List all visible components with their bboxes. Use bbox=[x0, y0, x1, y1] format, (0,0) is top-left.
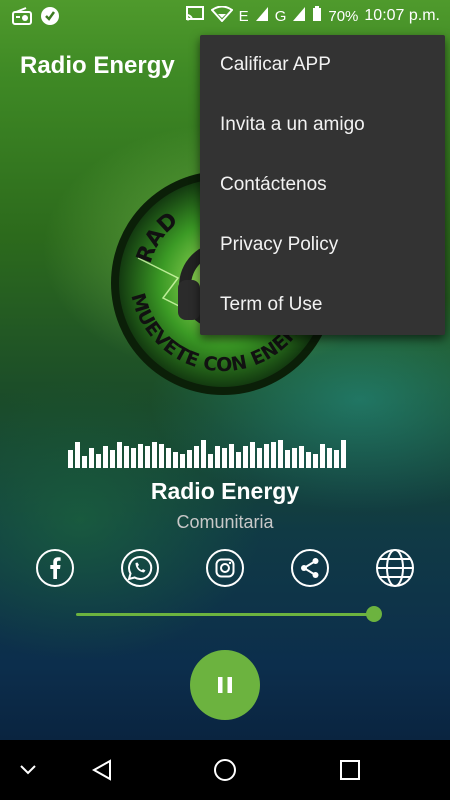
visualizer-bar bbox=[89, 448, 94, 468]
visualizer-bar bbox=[201, 440, 206, 468]
visualizer-bar bbox=[327, 448, 332, 468]
collapse-button[interactable] bbox=[13, 755, 43, 785]
menu-item-contact[interactable]: Contáctenos bbox=[200, 155, 445, 215]
navigation-bar bbox=[0, 740, 450, 800]
signal-icon-2 bbox=[292, 6, 306, 26]
share-icon bbox=[291, 549, 329, 587]
pause-button[interactable] bbox=[190, 650, 260, 720]
visualizer-bar bbox=[75, 442, 80, 468]
visualizer-bar bbox=[313, 454, 318, 468]
menu-item-rate-app[interactable]: Calificar APP bbox=[200, 35, 445, 95]
visualizer-bar bbox=[138, 444, 143, 468]
globe-icon bbox=[376, 549, 414, 587]
visualizer-bar bbox=[306, 452, 311, 468]
visualizer-bar bbox=[110, 450, 115, 468]
visualizer-bar bbox=[271, 442, 276, 468]
whatsapp-button[interactable] bbox=[120, 548, 160, 588]
visualizer-bar bbox=[215, 446, 220, 468]
back-button[interactable] bbox=[87, 755, 117, 785]
instagram-button[interactable] bbox=[205, 548, 245, 588]
visualizer-bar bbox=[131, 448, 136, 468]
volume-thumb[interactable] bbox=[366, 606, 382, 622]
visualizer-bar bbox=[243, 446, 248, 468]
visualizer-bar bbox=[68, 450, 73, 468]
visualizer-bar bbox=[222, 448, 227, 468]
radio-icon bbox=[12, 6, 32, 26]
visualizer-bar bbox=[257, 448, 262, 468]
station-genre: Comunitaria bbox=[176, 512, 274, 532]
visualizer-bar bbox=[145, 446, 150, 468]
volume-track bbox=[76, 613, 374, 616]
home-icon bbox=[214, 759, 236, 781]
visualizer-bar bbox=[278, 440, 283, 468]
home-button[interactable] bbox=[210, 755, 240, 785]
visualizer-bar bbox=[299, 446, 304, 468]
menu-item-invite-friend[interactable]: Invita a un amigo bbox=[200, 95, 445, 155]
visualizer-bar bbox=[159, 444, 164, 468]
battery-icon bbox=[312, 6, 322, 26]
pause-icon bbox=[218, 677, 232, 693]
overflow-menu: Calificar APP Invita a un amigo Contácte… bbox=[200, 35, 445, 335]
clock: 10:07 p.m. bbox=[364, 7, 440, 24]
recents-icon bbox=[340, 760, 360, 780]
visualizer-bar bbox=[103, 446, 108, 468]
visualizer-bar bbox=[285, 450, 290, 468]
visualizer-bar bbox=[166, 448, 171, 468]
visualizer-bar bbox=[264, 444, 269, 468]
visualizer-bar bbox=[117, 442, 122, 468]
visualizer-bar bbox=[320, 444, 325, 468]
facebook-button[interactable] bbox=[35, 548, 75, 588]
station-name: Radio Energy bbox=[150, 478, 300, 504]
visualizer-bar bbox=[341, 440, 346, 468]
collapse-icon bbox=[20, 765, 36, 775]
visualizer-bar bbox=[180, 454, 185, 468]
facebook-icon bbox=[36, 549, 74, 587]
visualizer-bar bbox=[152, 442, 157, 468]
network-type-g: G bbox=[274, 7, 287, 25]
battery-percent: 70% bbox=[328, 7, 359, 25]
status-bar: E G 70% 10:07 p.m. bbox=[0, 0, 450, 32]
visualizer-bar bbox=[334, 450, 339, 468]
volume-slider[interactable] bbox=[76, 606, 382, 622]
whatsapp-icon bbox=[121, 549, 159, 587]
website-button[interactable] bbox=[375, 548, 415, 588]
visualizer-bar bbox=[208, 454, 213, 468]
instagram-icon bbox=[206, 549, 244, 587]
cast-icon bbox=[185, 6, 205, 26]
visualizer-bar bbox=[292, 448, 297, 468]
visualizer-bar bbox=[236, 452, 241, 468]
visualizer-bar bbox=[124, 446, 129, 468]
visualizer-bar bbox=[96, 454, 101, 468]
app-notification-icon bbox=[40, 6, 60, 26]
menu-item-privacy-policy[interactable]: Privacy Policy bbox=[200, 215, 445, 275]
network-type-e: E bbox=[238, 7, 249, 25]
signal-icon bbox=[255, 6, 269, 26]
visualizer-bar bbox=[229, 444, 234, 468]
share-button[interactable] bbox=[290, 548, 330, 588]
audio-visualizer bbox=[68, 438, 384, 468]
visualizer-bar bbox=[250, 442, 255, 468]
visualizer-bar bbox=[187, 450, 192, 468]
visualizer-bar bbox=[82, 456, 87, 468]
visualizer-bar bbox=[194, 446, 199, 468]
app-title: Radio Energy bbox=[20, 52, 175, 79]
menu-item-terms-of-use[interactable]: Term of Use bbox=[200, 275, 445, 335]
wifi-icon bbox=[210, 5, 234, 26]
visualizer-bar bbox=[173, 452, 178, 468]
back-icon bbox=[91, 759, 111, 781]
recents-button[interactable] bbox=[335, 755, 365, 785]
